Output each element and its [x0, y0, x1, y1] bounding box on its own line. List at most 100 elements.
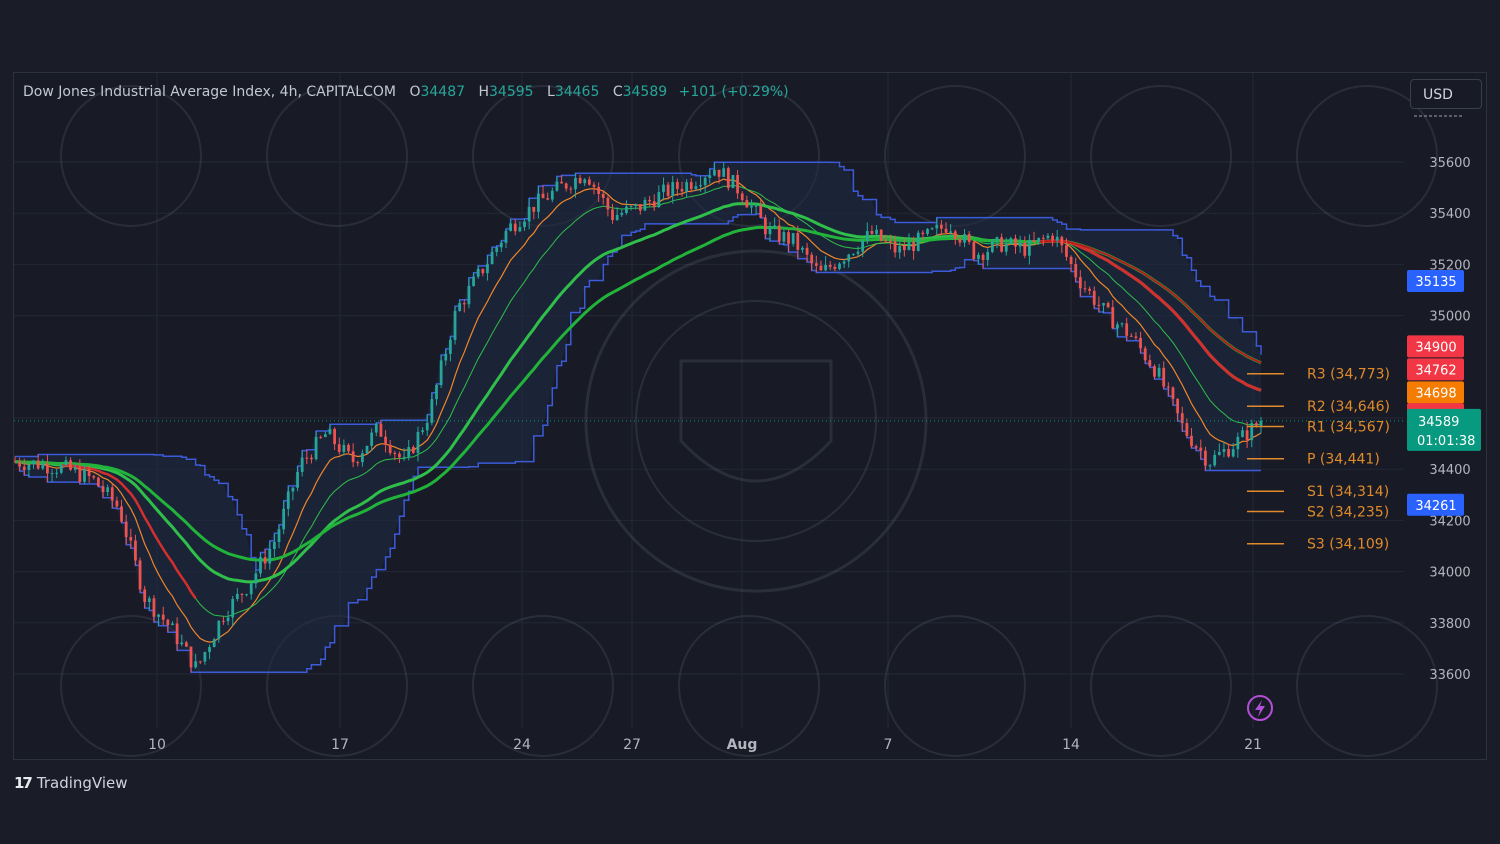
candle-body — [833, 266, 837, 269]
candle-body — [212, 639, 216, 648]
candle-body — [32, 460, 35, 465]
tradingview-logo[interactable]: 17 TradingView — [14, 774, 128, 792]
open-value: 34487 — [420, 84, 466, 100]
candle-body — [1074, 264, 1078, 278]
candle-body — [476, 268, 480, 277]
candle-body — [1032, 240, 1036, 242]
candle-body — [1254, 423, 1258, 426]
candle-body — [69, 460, 72, 470]
candle-body — [467, 285, 471, 305]
candle-body — [1111, 307, 1115, 329]
chart-frame[interactable]: R3 (34,773) R2 (34,646) R1 (34,567) P (34,4… — [13, 72, 1487, 760]
candle-body — [115, 500, 119, 507]
candle-body — [801, 247, 804, 250]
candlestick-chart[interactable]: R3 (34,773) R2 (34,646) R1 (34,567) P (34,4… — [14, 73, 1488, 761]
candle-body — [388, 444, 392, 453]
candle-body — [1134, 336, 1138, 338]
candle-body — [291, 487, 295, 492]
candle-body — [120, 506, 123, 522]
candle-body — [347, 444, 350, 452]
candle-body — [958, 239, 962, 243]
candle-body — [1171, 387, 1175, 399]
candle-body — [171, 623, 174, 626]
candle-body — [569, 188, 573, 190]
candle-body — [305, 457, 309, 459]
candle-body — [995, 237, 999, 241]
candle-body — [73, 467, 77, 470]
candle-body — [625, 206, 628, 213]
candle-body — [1078, 277, 1082, 289]
candle-body — [379, 423, 383, 437]
candle-body — [50, 473, 54, 475]
watermark-inner-circle — [635, 300, 877, 542]
candle-body — [953, 231, 957, 240]
x-tick-label: 17 — [331, 737, 349, 753]
candle-body — [314, 436, 318, 460]
watermark-badge — [60, 85, 202, 227]
candle-body — [740, 193, 744, 201]
candle-body — [110, 487, 114, 501]
candle-body — [537, 193, 540, 212]
candle-body — [972, 242, 976, 259]
candle-body — [777, 225, 781, 242]
candle-body — [1176, 398, 1180, 414]
candle-body — [444, 353, 448, 361]
candle-body — [472, 276, 475, 286]
candle-body — [226, 617, 230, 622]
tradingview-label: TradingView — [36, 774, 128, 792]
candle-body — [578, 177, 582, 184]
watermark-badge — [884, 615, 1026, 757]
candle-body — [671, 181, 675, 196]
high-value: 34595 — [489, 84, 534, 100]
candle-body — [1231, 449, 1235, 457]
candle-body — [879, 229, 883, 241]
candle-body — [819, 265, 823, 271]
candle-body — [912, 242, 915, 251]
candle-body — [898, 246, 902, 253]
currency-button[interactable]: USD — [1410, 79, 1482, 109]
candle-body — [398, 453, 401, 458]
candle-body — [449, 339, 452, 354]
candle-body — [935, 224, 939, 229]
candle-body — [300, 457, 304, 472]
candle-body — [592, 184, 596, 188]
candle-body — [411, 447, 415, 453]
candle-body — [134, 540, 137, 561]
candle-body — [194, 661, 198, 668]
y-tick-label: 33800 — [1429, 617, 1470, 632]
candle-body — [439, 360, 443, 386]
candle-body — [87, 469, 91, 477]
candle-body — [652, 201, 656, 208]
candle-body — [513, 223, 517, 232]
candle-body — [787, 232, 790, 244]
candle-body — [564, 183, 568, 189]
candle-body — [926, 228, 929, 235]
candle-body — [884, 240, 888, 242]
y-tick-label: 34400 — [1429, 463, 1470, 478]
candle-body — [634, 204, 638, 207]
low-label: L — [547, 84, 555, 100]
candle-body — [59, 465, 63, 473]
candle-body — [1227, 448, 1230, 457]
candle-body — [22, 466, 26, 470]
candle-body — [601, 193, 605, 198]
candle-body — [453, 310, 457, 340]
candle-body — [249, 583, 253, 595]
candle-body — [1009, 238, 1013, 244]
candle-body — [1004, 243, 1008, 252]
candle-body — [1190, 435, 1193, 447]
symbol-title: Dow Jones Industrial Average Index, 4h, … — [23, 84, 396, 100]
candle-body — [27, 464, 31, 470]
candle-body — [254, 573, 258, 584]
candle-body — [657, 192, 661, 208]
candle-body — [713, 169, 716, 176]
candle-body — [1204, 450, 1207, 466]
candle-body — [222, 620, 225, 622]
candle-body — [967, 234, 971, 243]
candle-body — [986, 251, 990, 261]
candle-body — [527, 206, 531, 222]
candle-body — [981, 254, 985, 261]
candle-body — [296, 471, 299, 488]
lightning-icon[interactable] — [1247, 695, 1273, 721]
candle-body — [541, 193, 545, 199]
